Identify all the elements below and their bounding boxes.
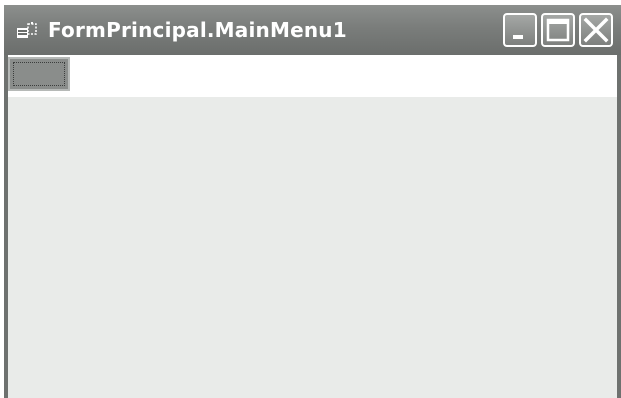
close-button[interactable] (579, 13, 613, 47)
title-bar[interactable]: FormPrincipal.MainMenu1 (4, 5, 621, 55)
close-icon (583, 17, 609, 43)
main-window: FormPrincipal.MainMenu1 (4, 5, 621, 398)
maximize-button[interactable] (541, 13, 575, 47)
minimize-button[interactable] (503, 13, 537, 47)
menu-item-placeholder[interactable] (8, 57, 70, 91)
main-menu-bar (8, 55, 617, 97)
window-title: FormPrincipal.MainMenu1 (48, 18, 347, 42)
form-client-area (8, 97, 617, 398)
minimize-icon (513, 35, 523, 39)
form-app-icon (16, 22, 38, 40)
maximize-icon (546, 18, 570, 42)
focus-rectangle (13, 62, 65, 86)
